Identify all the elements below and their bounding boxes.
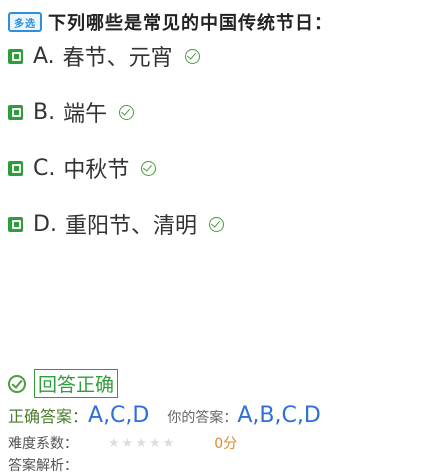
checkbox-checked-icon[interactable] — [8, 48, 23, 64]
checkbox-checked-icon[interactable] — [8, 216, 23, 232]
star-icon: ★ — [162, 435, 175, 451]
check-circle-icon — [8, 374, 26, 393]
correct-answer-value: A,C,D — [88, 403, 150, 428]
result-label: 回答正确 — [34, 369, 119, 398]
difficulty-stars: ★ ★ ★ ★ ★ — [108, 436, 174, 451]
checkbox-checked-icon[interactable] — [8, 104, 23, 120]
option-c[interactable]: C. 中秋节 — [8, 152, 157, 184]
correct-check-icon — [208, 216, 224, 232]
difficulty-score: 0分 — [214, 436, 238, 452]
star-icon: ★ — [108, 435, 120, 451]
question-title: 下列哪些是常见的中国传统节日： — [48, 13, 333, 34]
option-text: 端午 — [63, 102, 108, 127]
your-answer-value: A,B,C,D — [237, 403, 321, 428]
your-answer-label: 你的答案： — [167, 410, 238, 426]
correct-check-icon — [184, 48, 200, 64]
difficulty-label: 难度系数： — [8, 436, 78, 452]
option-key: B. — [33, 99, 56, 125]
difficulty-row: 难度系数： ★ ★ ★ ★ ★ 0分 — [8, 433, 308, 453]
option-b[interactable]: B. 端午 — [8, 96, 135, 128]
option-key: A. — [33, 43, 55, 69]
star-icon: ★ — [121, 435, 134, 451]
correct-answer-label: 正确答案： — [8, 407, 89, 426]
answer-analysis: 答案解析： — [8, 455, 78, 475]
answer-summary: 正确答案： A,C,D 你的答案： A,B,C,D — [8, 403, 321, 428]
question-type-badge: 多选 — [8, 12, 42, 32]
star-icon: ★ — [135, 435, 147, 451]
star-icon: ★ — [148, 435, 161, 451]
question-card: 多选 下列哪些是常见的中国传统节日： — [8, 10, 439, 34]
checkbox-checked-icon[interactable] — [8, 160, 23, 176]
option-d[interactable]: D. 重阳节、清明 — [8, 208, 224, 240]
correct-check-icon — [119, 104, 135, 120]
option-a[interactable]: A. 春节、元宵 — [8, 40, 200, 72]
option-text: 中秋节 — [63, 158, 130, 183]
correct-check-icon — [141, 160, 157, 176]
option-text: 春节、元宵 — [62, 46, 173, 71]
option-text: 重阳节、清明 — [64, 214, 197, 239]
analysis-label: 答案解析： — [8, 458, 78, 474]
result-status: 回答正确 — [8, 369, 119, 398]
question-header: 多选 下列哪些是常见的中国传统节日： — [8, 10, 439, 34]
option-key: C. — [33, 155, 56, 181]
option-key: D. — [33, 211, 57, 237]
